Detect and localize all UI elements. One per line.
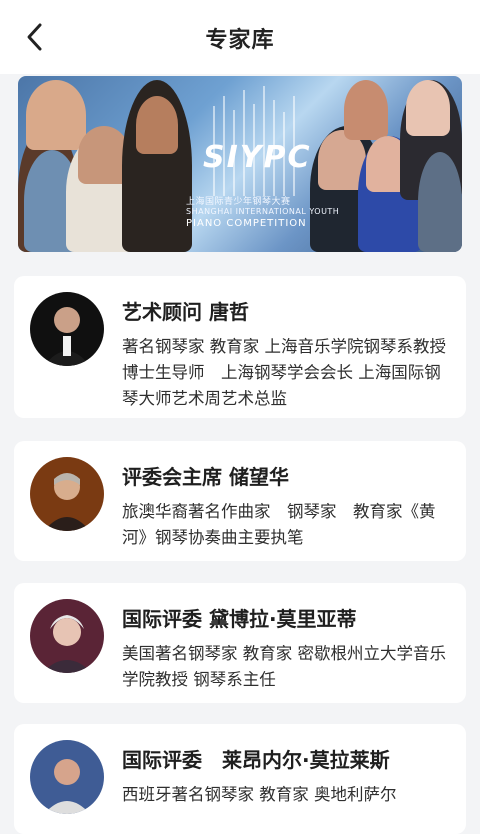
expert-description: 西班牙著名钢琴家 教育家 奥地利萨尔 bbox=[122, 785, 397, 804]
banner-logo: SIYPC bbox=[203, 140, 312, 175]
expert-avatar bbox=[30, 599, 104, 673]
competition-banner[interactable]: SIYPC 上海国际青少年钢琴大赛 SHANGHAI INTERNATIONAL… bbox=[18, 76, 462, 252]
expert-description: 美国著名钢琴家 教育家 密歇根州立大学音乐学院教授 钢琴系主任 bbox=[122, 644, 446, 689]
expert-card[interactable]: 艺术顾问 唐哲 著名钢琴家 教育家 上海音乐学院钢琴系教授 博士生导师 上海钢琴… bbox=[14, 276, 466, 418]
expert-description: 旅澳华裔著名作曲家 钢琴家 教育家《黄河》钢琴协奏曲主要执笔 bbox=[122, 502, 436, 547]
expert-card[interactable]: 国际评委 莱昂内尔·莫拉莱斯 西班牙著名钢琴家 教育家 奥地利萨尔 bbox=[14, 724, 466, 834]
expert-name: 国际评委 黛博拉·莫里亚蒂 bbox=[122, 607, 357, 631]
expert-name: 评委会主席 储望华 bbox=[122, 465, 289, 489]
page-title: 专家库 bbox=[205, 28, 275, 53]
expert-description: 著名钢琴家 教育家 上海音乐学院钢琴系教授 博士生导师 上海钢琴学会会长 上海国… bbox=[122, 337, 446, 408]
banner-subtitle-en2: PIANO COMPETITION bbox=[186, 218, 307, 229]
header-bar: 专家库 bbox=[0, 0, 480, 74]
expert-card[interactable]: 国际评委 黛博拉·莫里亚蒂 美国著名钢琴家 教育家 密歇根州立大学音乐学院教授 … bbox=[14, 583, 466, 703]
expert-name: 艺术顾问 唐哲 bbox=[122, 300, 249, 324]
banner-subtitle-cn: 上海国际青少年钢琴大赛 bbox=[186, 197, 291, 207]
expert-avatar bbox=[30, 457, 104, 531]
expert-avatar bbox=[30, 292, 104, 366]
banner-subtitle-en: SHANGHAI INTERNATIONAL YOUTH bbox=[186, 207, 340, 216]
expert-name: 国际评委 莱昂内尔·莫拉莱斯 bbox=[122, 748, 390, 772]
expert-avatar bbox=[30, 740, 104, 814]
expert-card[interactable]: 评委会主席 储望华 旅澳华裔著名作曲家 钢琴家 教育家《黄河》钢琴协奏曲主要执笔 bbox=[14, 441, 466, 561]
